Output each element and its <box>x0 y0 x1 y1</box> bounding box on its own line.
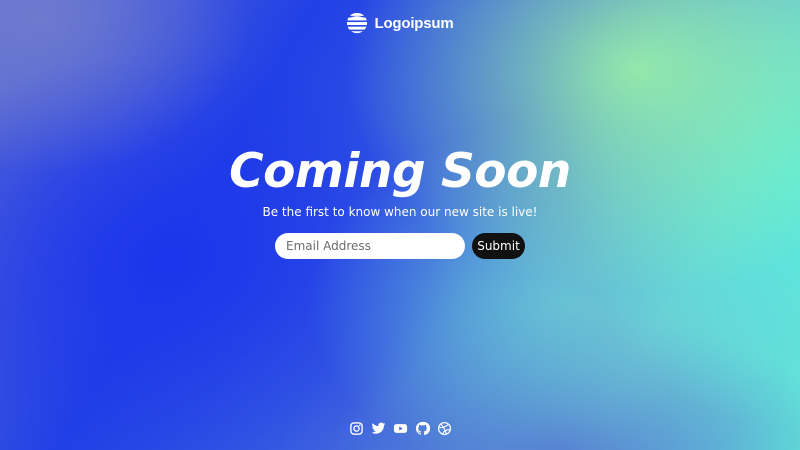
youtube-icon <box>393 424 407 433</box>
dribbble-icon <box>437 421 451 436</box>
instagram-icon <box>349 422 363 435</box>
gradient-background <box>0 0 800 450</box>
submit-button[interactable]: Submit <box>472 233 525 259</box>
twitter-icon <box>371 422 385 434</box>
twitter-link[interactable] <box>371 421 386 436</box>
youtube-link[interactable] <box>393 421 408 436</box>
email-field[interactable] <box>275 233 465 259</box>
signup-form: Submit <box>275 233 525 259</box>
page-title: Coming Soon <box>229 144 571 199</box>
social-links <box>0 421 800 436</box>
hero-section: Coming Soon Be the first to know when ou… <box>0 142 800 220</box>
brand-logo[interactable]: Logoipsum <box>0 12 800 34</box>
github-link[interactable] <box>415 421 430 436</box>
instagram-link[interactable] <box>349 421 364 436</box>
dribbble-link[interactable] <box>437 421 452 436</box>
page-subtitle: Be the first to know when our new site i… <box>262 205 538 219</box>
github-icon <box>415 421 430 435</box>
striped-globe-icon <box>347 12 368 34</box>
brand-name: Logoipsum <box>374 14 454 32</box>
